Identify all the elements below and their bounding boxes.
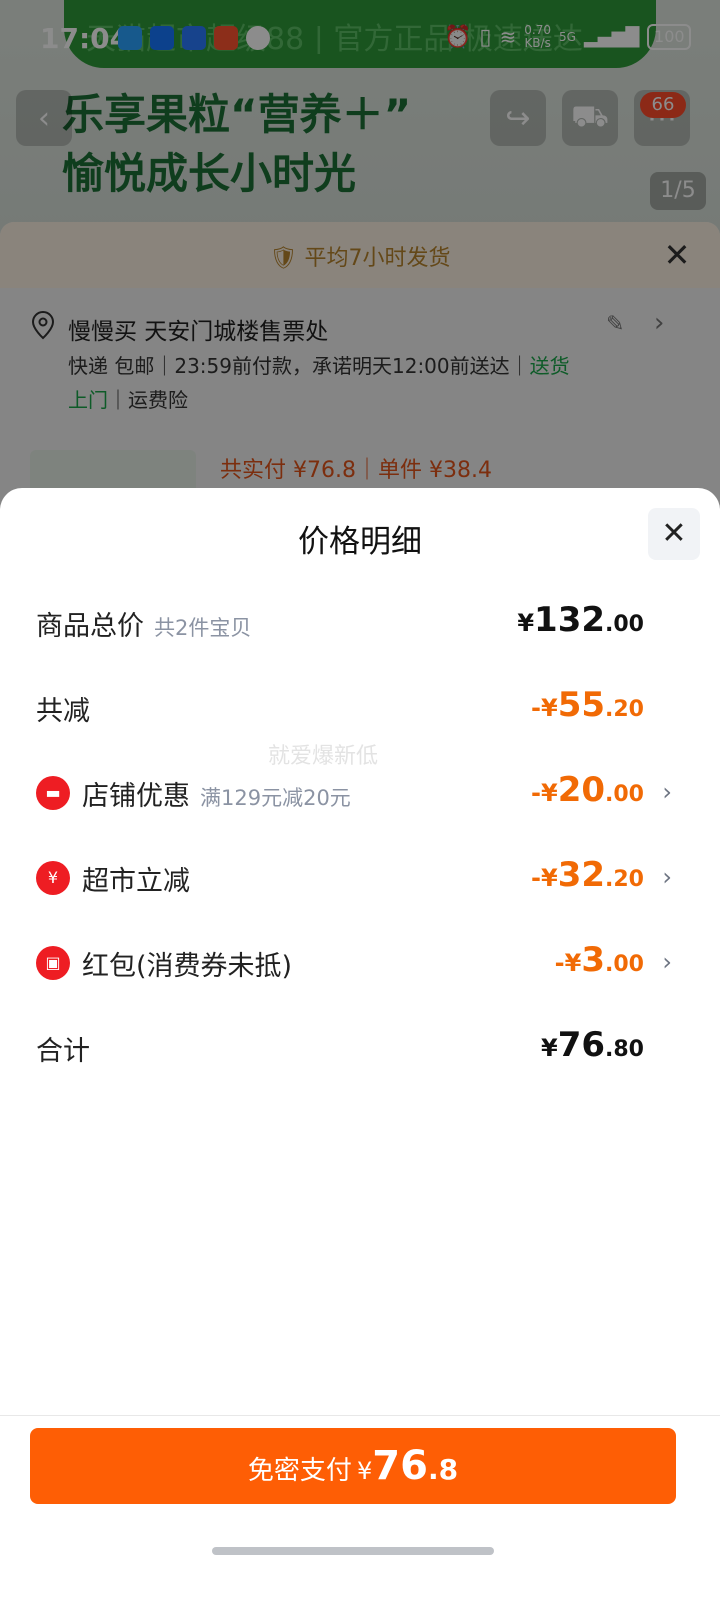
row-label: 商品总价 共2件宝贝: [36, 604, 251, 643]
red-packet-icon: ▣: [36, 946, 70, 980]
price-row: 合计 ¥76.80: [0, 1017, 720, 1077]
chevron-right-icon[interactable]: ›: [662, 948, 672, 976]
row-amount: -¥3.00: [555, 940, 644, 980]
row-label: 共减: [36, 689, 90, 728]
amount-currency: ¥: [517, 609, 535, 637]
amount-int: 132: [534, 600, 606, 640]
row-amount: -¥20.00: [531, 770, 644, 810]
row-label-text: 共减: [36, 696, 90, 727]
row-label: 店铺优惠 满129元减20元: [82, 774, 351, 813]
amount-dec: .00: [605, 952, 644, 977]
amount-int: 55: [557, 685, 606, 725]
row-amount: -¥55.20: [531, 685, 644, 725]
chevron-right-icon[interactable]: ›: [662, 778, 672, 806]
amount-dec: .80: [605, 1037, 644, 1062]
row-label-text: 合计: [36, 1036, 90, 1067]
amount-dec: .20: [605, 697, 644, 722]
pay-currency: ¥: [357, 1457, 373, 1485]
row-label-text: 超市立减: [82, 866, 190, 897]
amount-currency: ¥: [540, 694, 558, 722]
amount-sign: -: [531, 694, 541, 722]
price-row[interactable]: ▣ 红包(消费券未抵) -¥3.00 ›: [0, 932, 720, 992]
yen-coin-icon: ¥: [36, 861, 70, 895]
close-icon: ✕: [661, 516, 687, 551]
amount-currency: ¥: [540, 864, 558, 892]
amount-int: 76: [557, 1025, 606, 1065]
sheet-title: 价格明细: [298, 524, 422, 560]
row-sublabel: 满129元减20元: [200, 786, 351, 810]
amount-currency: ¥: [564, 949, 582, 977]
pay-button[interactable]: 免密支付 ¥76.8: [30, 1428, 676, 1504]
row-label: 红包(消费券未抵): [82, 944, 292, 983]
amount-currency: ¥: [540, 779, 558, 807]
amount-dec: .00: [605, 782, 644, 807]
pay-label: 免密支付: [247, 1456, 352, 1486]
row-amount: -¥32.20: [531, 855, 644, 895]
home-indicator[interactable]: [212, 1547, 494, 1555]
amount-sign: -: [531, 864, 541, 892]
divider: [0, 1415, 720, 1416]
amount-dec: .00: [605, 612, 644, 637]
amount-int: 3: [581, 940, 606, 980]
row-label: 合计: [36, 1029, 90, 1068]
pay-amount-dec: .8: [427, 1453, 459, 1486]
row-label-text: 商品总价: [36, 611, 144, 642]
row-sublabel: 共2件宝贝: [154, 616, 252, 640]
price-row[interactable]: ▬ 店铺优惠 满129元减20元 -¥20.00 ›: [0, 762, 720, 822]
amount-int: 20: [557, 770, 606, 810]
amount-int: 32: [557, 855, 606, 895]
store-icon: ▬: [36, 776, 70, 810]
price-row: 共减 -¥55.20: [0, 677, 720, 737]
row-label-text: 红包(消费券未抵): [82, 951, 293, 982]
row-amount: ¥132.00: [517, 600, 644, 640]
chevron-right-icon[interactable]: ›: [662, 863, 672, 891]
pay-amount-int: 76: [372, 1443, 428, 1489]
close-button[interactable]: ✕: [648, 508, 700, 560]
row-label: 超市立减: [82, 859, 190, 898]
row-label-text: 店铺优惠: [82, 781, 190, 812]
amount-dec: .20: [605, 867, 644, 892]
price-row[interactable]: ¥ 超市立减 -¥32.20 ›: [0, 847, 720, 907]
amount-sign: -: [554, 949, 565, 977]
amount-sign: -: [531, 779, 541, 807]
price-row: 商品总价 共2件宝贝 ¥132.00: [0, 592, 720, 652]
amount-currency: ¥: [540, 1034, 558, 1062]
row-amount: ¥76.80: [541, 1025, 644, 1065]
